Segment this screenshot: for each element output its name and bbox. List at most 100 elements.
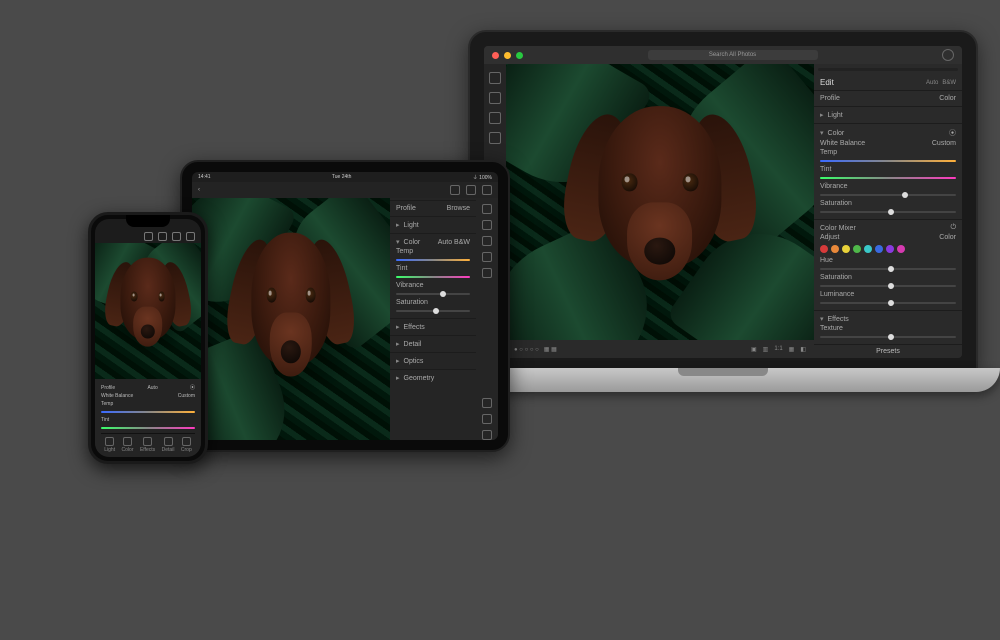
histogram[interactable]	[818, 68, 958, 71]
more-icon[interactable]	[482, 185, 492, 195]
vibrance-slider[interactable]	[396, 293, 470, 295]
color-label: Color	[404, 239, 421, 246]
temp-slider[interactable]	[396, 259, 470, 261]
bw-button[interactable]: B&W	[942, 80, 956, 86]
more-icon[interactable]	[482, 430, 492, 440]
tab-label: Effects	[140, 447, 155, 453]
optics-label: Optics	[404, 358, 424, 365]
color-swatches[interactable]	[820, 245, 956, 253]
texture-slider[interactable]	[820, 336, 956, 338]
status-date: Tue 24th	[332, 174, 352, 180]
bw-button[interactable]: B&W	[454, 239, 470, 246]
color-swatch[interactable]	[853, 245, 861, 253]
color-swatch[interactable]	[831, 245, 839, 253]
browse-button[interactable]: Browse	[447, 205, 470, 212]
tab-light[interactable]: Light	[104, 437, 115, 453]
wb-value[interactable]: Custom	[932, 140, 956, 147]
fullscreen-icon[interactable]	[516, 52, 523, 59]
eyedropper-icon[interactable]: ⦿	[190, 384, 195, 391]
chevron-down-icon: ▾	[820, 130, 824, 137]
close-icon[interactable]	[492, 52, 499, 59]
phone-edit-panel: ProfileAuto⦿ White BalanceCustom Temp Ti…	[95, 379, 201, 457]
color-mixer-section[interactable]: Color Mixer⏻ AdjustColor Hue Saturation …	[814, 219, 962, 310]
share-icon[interactable]	[172, 232, 181, 241]
tab-effects[interactable]: Effects	[140, 437, 155, 453]
adjust-value[interactable]: Color	[939, 234, 956, 241]
light-section[interactable]: ▸Light	[814, 106, 962, 123]
color-swatch[interactable]	[820, 245, 828, 253]
effects-label: Effects	[404, 324, 425, 331]
light-label: Light	[404, 222, 419, 229]
phone-bottom-tabs: Light Color Effects Detail Crop	[101, 433, 195, 453]
tab-color[interactable]: Color	[122, 437, 134, 453]
color-swatch[interactable]	[886, 245, 894, 253]
presets-icon[interactable]	[482, 268, 492, 278]
phone-canvas[interactable]	[95, 243, 201, 379]
tablet-canvas[interactable]	[192, 198, 390, 440]
wb-label: White Balance	[101, 393, 133, 399]
fit-icon[interactable]: ▣	[751, 346, 757, 353]
crop-icon[interactable]	[482, 220, 492, 230]
color-swatch[interactable]	[897, 245, 905, 253]
canvas-footer: ● ○ ○ ○ ○ ▦ ▦ ▣ ▥ 1:1 ▦ ◧	[506, 340, 814, 358]
auto-button[interactable]: Auto	[926, 80, 938, 86]
heal-icon[interactable]	[482, 236, 492, 246]
temp-slider[interactable]	[820, 160, 956, 162]
toggle-icon[interactable]: ⏻	[950, 224, 956, 232]
sat-slider[interactable]	[820, 285, 956, 287]
rating-dots[interactable]: ● ○ ○ ○ ○ ▦ ▦	[514, 346, 557, 353]
undo-icon[interactable]	[482, 398, 492, 408]
tab-label: Light	[104, 447, 115, 453]
info-icon[interactable]	[489, 132, 501, 144]
saturation-slider[interactable]	[396, 310, 470, 312]
eyedropper-icon[interactable]: ⦿	[949, 128, 956, 138]
chevron-right-icon: ▸	[396, 341, 400, 348]
effects-section[interactable]: ▾Effects Texture	[814, 310, 962, 344]
tab-crop[interactable]: Crop	[181, 437, 192, 453]
redo-icon[interactable]	[482, 414, 492, 424]
minimize-icon[interactable]	[504, 52, 511, 59]
back-icon[interactable]	[144, 232, 153, 241]
before-after-icon[interactable]: ◧	[800, 346, 806, 353]
more-icon[interactable]	[186, 232, 195, 241]
share-icon[interactable]	[466, 185, 476, 195]
cloud-icon[interactable]	[450, 185, 460, 195]
vibrance-slider[interactable]	[820, 194, 956, 196]
tablet-device: 14:41 Tue 24th ⏚ 100% ‹	[180, 160, 510, 452]
cloud-icon[interactable]	[158, 232, 167, 241]
auto-button[interactable]: Auto	[147, 385, 157, 391]
hue-label: Hue	[820, 257, 833, 264]
color-section[interactable]: ▾ColorAuto B&W Temp Tint Vibrance Satura…	[390, 233, 476, 318]
hue-slider[interactable]	[820, 268, 956, 270]
zoom-1-1-icon[interactable]: 1:1	[774, 346, 782, 353]
laptop-canvas[interactable]: ● ○ ○ ○ ○ ▦ ▦ ▣ ▥ 1:1 ▦ ◧	[506, 64, 814, 358]
color-swatch[interactable]	[864, 245, 872, 253]
presets-button[interactable]: Presets	[814, 344, 962, 358]
profile-value[interactable]: Color	[939, 95, 956, 102]
film-icon[interactable]	[489, 112, 501, 124]
lum-slider[interactable]	[820, 302, 956, 304]
back-icon[interactable]: ‹	[198, 187, 200, 193]
tab-icon	[182, 437, 191, 446]
tint-slider[interactable]	[396, 276, 470, 278]
profile-row[interactable]: ProfileColor	[814, 90, 962, 106]
cloud-sync-icon[interactable]	[942, 49, 954, 61]
grid-icon[interactable]	[489, 92, 501, 104]
add-photo-icon[interactable]	[489, 72, 501, 84]
saturation-slider[interactable]	[820, 211, 956, 213]
color-swatch[interactable]	[842, 245, 850, 253]
grid-icon[interactable]: ▦	[789, 346, 795, 353]
color-section[interactable]: ▾Color⦿ White BalanceCustom Temp Tint Vi…	[814, 123, 962, 219]
search-input[interactable]: Search All Photos	[648, 50, 818, 60]
tint-slider[interactable]	[101, 427, 195, 429]
auto-button[interactable]: Auto	[438, 239, 452, 246]
edited-photo	[95, 243, 201, 379]
mask-icon[interactable]	[482, 252, 492, 262]
compare-icon[interactable]: ▥	[763, 346, 769, 353]
color-swatch[interactable]	[875, 245, 883, 253]
tint-slider[interactable]	[820, 177, 956, 179]
wb-value[interactable]: Custom	[178, 393, 195, 399]
adjust-icon[interactable]	[482, 204, 492, 214]
tab-detail[interactable]: Detail	[162, 437, 175, 453]
temp-slider[interactable]	[101, 411, 195, 413]
